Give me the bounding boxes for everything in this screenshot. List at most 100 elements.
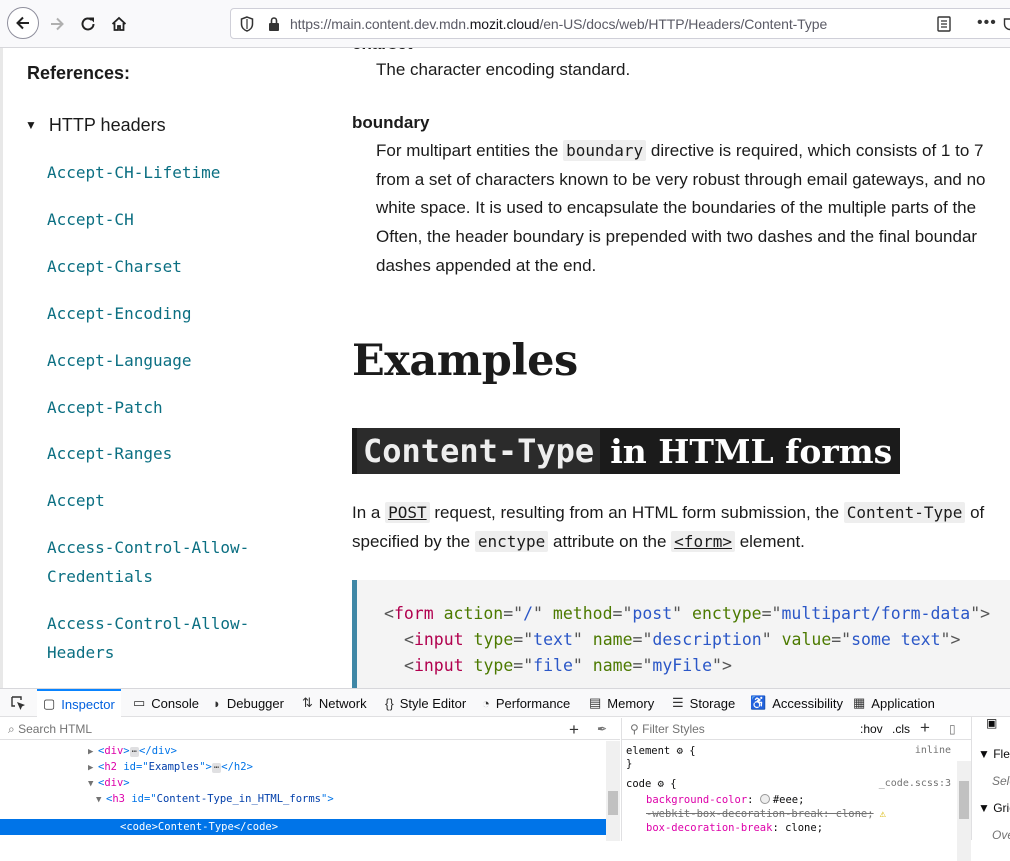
code-line: <form action="/" method="post" enctype="… <box>384 604 991 623</box>
tab-icon: ⇅ <box>302 695 313 710</box>
tab-icon: ▦ <box>853 695 866 710</box>
sidebar: References: ▼ HTTP headers Accept-CH-Lif… <box>3 48 303 688</box>
sidebar-link[interactable]: Accept-Patch <box>47 393 287 422</box>
sidebar-link[interactable]: Accept-Ranges <box>47 439 287 468</box>
tab-label: Console <box>151 695 199 711</box>
tab-icon: ♿ <box>750 695 767 710</box>
para-text: specified by the <box>352 532 475 551</box>
css-declaration[interactable]: -webkit-box-decoration-break: clone; ⚠ <box>646 808 886 820</box>
para-text: request, resulting from an HTML form sub… <box>429 503 844 522</box>
tab-label: Memory <box>607 695 655 711</box>
layout-section-label[interactable]: ▼ Flex <box>978 747 1010 761</box>
tracking-shield-icon[interactable] <box>240 16 254 32</box>
post-paragraph: In a POST request, resulting from an HTM… <box>352 498 984 556</box>
css-declaration[interactable]: background-color: #eee; <box>646 794 804 806</box>
section-heading-content-type-forms[interactable]: Content-Type in HTML forms <box>352 428 901 474</box>
sidebar-title: References: <box>27 63 131 83</box>
rules-view: ⚲ Filter Styles :hov .cls + ▯ element ⚙ … <box>621 718 972 841</box>
devtools-tab-application[interactable]: ▦ Application <box>853 689 935 717</box>
inline-code: boundary <box>563 140 647 161</box>
tab-icon: ▭ <box>133 695 146 710</box>
inline-code: enctype <box>474 531 549 552</box>
element-rule-source[interactable]: inline <box>915 745 951 756</box>
sidebar-link[interactable]: Accept-CH-Lifetime <box>47 158 287 187</box>
sidebar-link[interactable]: Accept-Charset <box>47 252 287 281</box>
layout-view-icon[interactable]: ▣ <box>986 717 997 730</box>
print-media-icon[interactable]: ▯ <box>949 722 956 736</box>
cls-toggle[interactable]: .cls <box>892 722 910 736</box>
devtools-tab-style-editor[interactable]: {} Style Editor <box>385 689 466 717</box>
code-example-block: <form action="/" method="post" enctype="… <box>352 580 1010 688</box>
boundary-line: dashes appended at the end. <box>376 255 597 275</box>
layout-pane: ▣ ▼ Flex Sele ▼ Grid Ove <box>971 717 1010 840</box>
back-button[interactable] <box>7 7 39 39</box>
page-actions-more-icon[interactable]: ••• <box>977 14 997 32</box>
selected-node-row[interactable]: <code>Content-Type</code> <box>0 819 606 835</box>
boundary-term: boundary <box>352 113 430 132</box>
expand-arrow-icon[interactable]: ▼ <box>88 776 98 792</box>
tab-icon: ▤ <box>589 695 602 710</box>
markup-node-row[interactable]: ▶ <div> ⋯ </div> <box>88 743 177 759</box>
pocket-icon[interactable] <box>1003 16 1010 32</box>
markup-view: ▶<h2 id="Directives">⋯</h2>▶<div>⋯</div>… <box>0 741 606 841</box>
devtools-tab-memory[interactable]: ▤ Memory <box>589 689 654 717</box>
eyedropper-icon[interactable]: ✒ <box>597 722 607 736</box>
forward-button[interactable] <box>42 9 72 39</box>
expand-arrow-icon[interactable]: ▼ <box>96 792 106 808</box>
expand-arrow-icon[interactable]: ▶ <box>88 760 98 776</box>
home-button[interactable] <box>104 9 134 39</box>
reload-button[interactable] <box>73 9 103 39</box>
sidebar-link[interactable]: Accept-Language <box>47 346 287 375</box>
devtools-tab-network[interactable]: ⇅ Network <box>302 689 367 717</box>
devtools-tab-debugger[interactable]: ◗ Debugger <box>213 689 284 717</box>
element-rule-selector: element ⚙ { <box>626 745 696 757</box>
ellipsis-badge[interactable]: ⋯ <box>211 763 222 773</box>
devtools-tab-console[interactable]: ▭ Console <box>133 689 199 717</box>
layout-section-label[interactable]: ▼ Grid <box>978 801 1010 815</box>
tab-label: Accessibility <box>772 695 843 711</box>
gear-icon: ⚙ <box>657 778 664 790</box>
sidebar-group-label: HTTP headers <box>48 115 166 135</box>
main-content: charset The character encoding standard.… <box>303 48 1010 688</box>
markup-node-row[interactable]: ▼ <div> <box>88 775 130 791</box>
expand-arrow-icon[interactable]: ▶ <box>88 744 98 760</box>
sidebar-group-http-headers[interactable]: ▼ HTTP headers <box>25 115 166 136</box>
sidebar-link[interactable]: Accept-CH <box>47 205 287 234</box>
sidebar-link[interactable]: Accept <box>47 486 287 515</box>
rules-scrollbar[interactable] <box>957 761 971 861</box>
devtools-tab-inspector[interactable]: ▢ Inspector <box>37 689 121 717</box>
form-element-link[interactable]: <form> <box>671 531 735 552</box>
tab-label: Network <box>318 695 367 711</box>
element-picker-icon[interactable] <box>10 695 26 711</box>
post-link[interactable]: POST <box>385 502 430 523</box>
add-rule-button[interactable]: + <box>920 718 930 738</box>
markup-node-row[interactable]: ▼ <h3 id="Content-Type_in_HTML_forms"> <box>96 791 334 807</box>
search-html-input[interactable]: ⌕ Search HTML + ✒ <box>0 718 620 740</box>
inline-code: Content-Type <box>843 502 966 523</box>
filter-styles-input[interactable]: ⚲ Filter Styles :hov .cls + ▯ <box>622 718 972 740</box>
sidebar-link[interactable]: Access-Control-Allow- Headers <box>47 609 287 667</box>
reader-view-icon[interactable] <box>937 16 951 32</box>
markup-node-row[interactable]: ▶ <h2 id="Examples"> ⋯ </h2> <box>88 759 253 775</box>
css-declaration[interactable]: box-decoration-break: clone; <box>646 822 823 834</box>
rule-close-brace: } <box>626 758 633 770</box>
hov-toggle[interactable]: :hov <box>860 722 883 736</box>
add-node-button[interactable]: + <box>569 720 579 740</box>
code-rule-selector: code ⚙ { <box>626 778 677 790</box>
color-swatch[interactable] <box>759 794 770 804</box>
devtools-tab-performance[interactable]: ◔ Performance <box>482 689 570 717</box>
lock-icon[interactable] <box>267 16 281 32</box>
url-text[interactable]: https://main.content.dev.mdn.mozit.cloud… <box>290 16 827 32</box>
code-rule-source[interactable]: _code.scss:3 <box>879 778 951 789</box>
ellipsis-badge[interactable]: ⋯ <box>129 747 140 757</box>
boundary-line: Often, the header boundary is prepended … <box>376 227 978 247</box>
devtools-tab-storage[interactable]: ☰ Storage <box>672 689 735 717</box>
markup-scrollbar[interactable] <box>606 741 620 841</box>
para-text: In a <box>352 503 386 522</box>
url-bar[interactable]: https://main.content.dev.mdn.mozit.cloud… <box>230 8 1010 39</box>
filter-icon: ⚲ Filter Styles <box>630 722 705 736</box>
sidebar-link[interactable]: Access-Control-Allow- Credentials <box>47 533 287 591</box>
sidebar-link[interactable]: Accept-Encoding <box>47 299 287 328</box>
devtools-tab-accessibility[interactable]: ♿ Accessibility <box>750 689 843 717</box>
code-line: <input type="file" name="myFile"> <box>404 656 732 675</box>
